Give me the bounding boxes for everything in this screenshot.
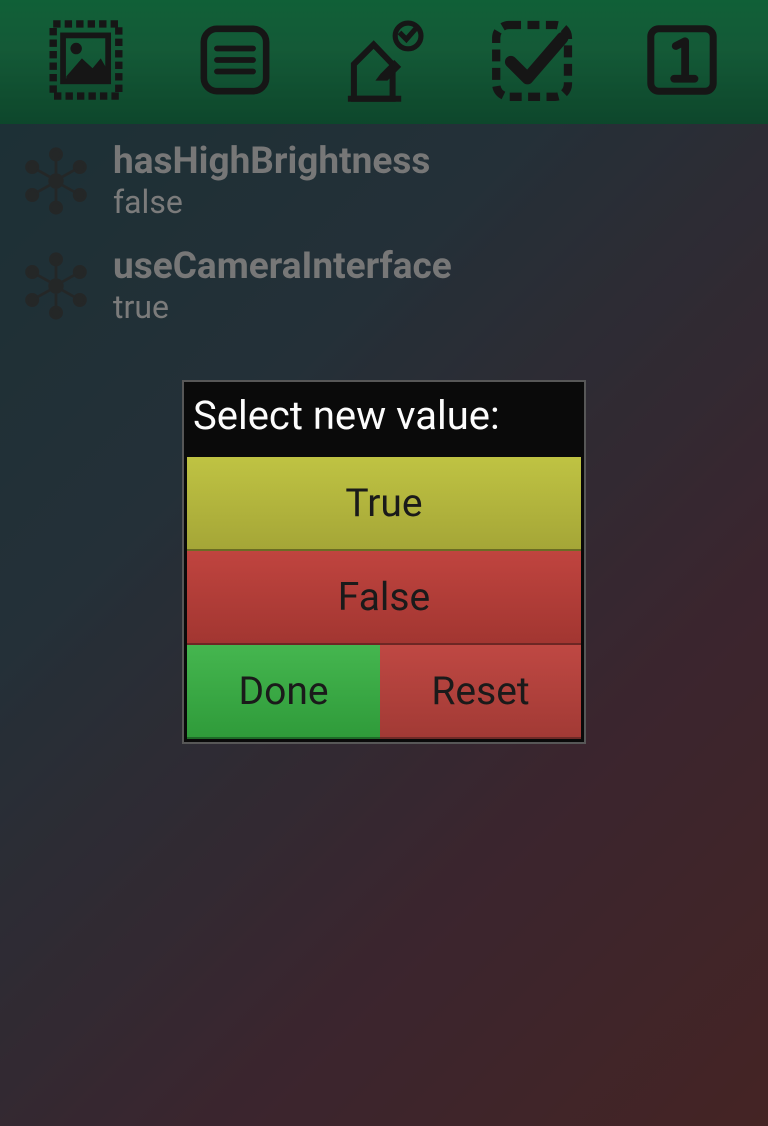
false-button[interactable]: False: [187, 551, 581, 645]
true-button[interactable]: True: [187, 457, 581, 551]
done-button[interactable]: Done: [187, 645, 380, 739]
reset-button[interactable]: Reset: [380, 645, 581, 739]
app-screen: hasHighBrightness false: [0, 0, 768, 1126]
dialog-title: Select new value:: [187, 385, 581, 457]
select-value-dialog: Select new value: True False Done Reset: [182, 380, 586, 744]
